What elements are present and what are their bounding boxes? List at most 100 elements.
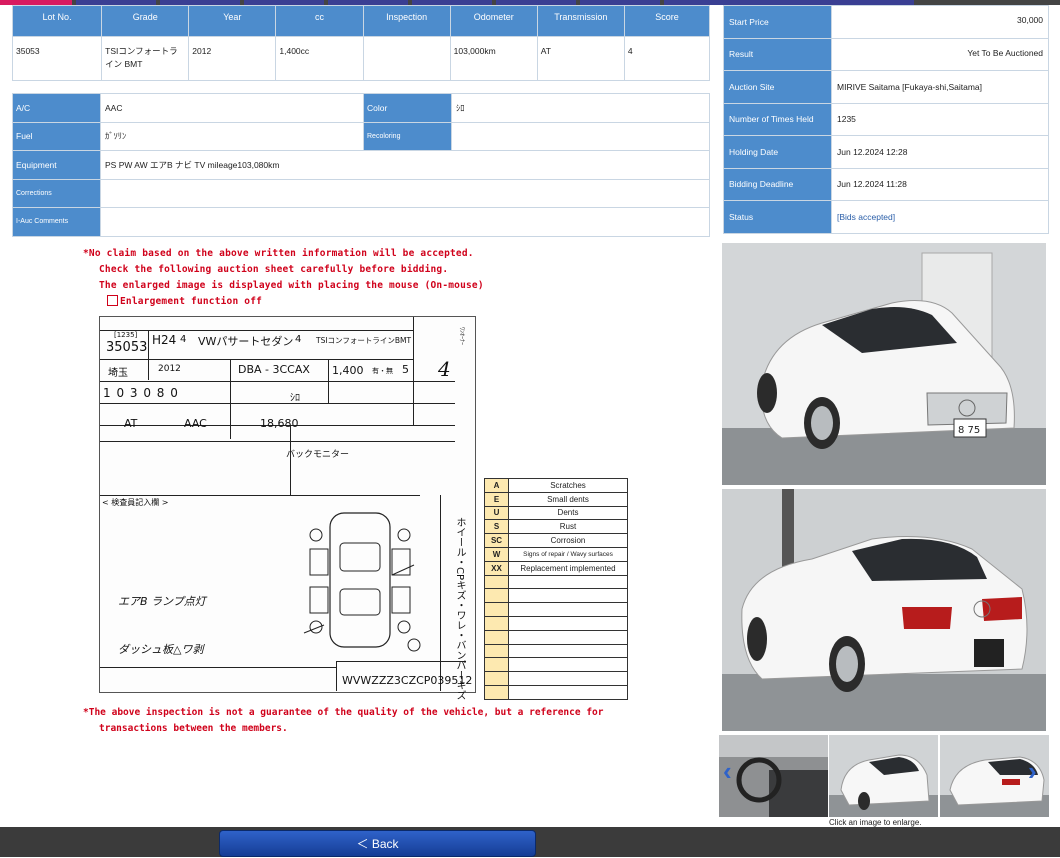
spec-table: A/C AAC Color ｼﾛ Fuel ｶﾞｿﾘﾝ Recoloring E… [12, 93, 710, 237]
label-fuel: Fuel [12, 121, 101, 151]
legend-empty [484, 629, 509, 645]
car-diagram [303, 512, 421, 652]
header-grade: Grade [101, 5, 190, 37]
value-result: Yet To Be Auctioned [831, 37, 1049, 71]
label-times-held: Number of Times Held [723, 102, 832, 136]
sheet-doors: 4 [295, 334, 302, 345]
label-recoloring: Recoloring [363, 121, 452, 151]
legend-key: S [484, 519, 509, 535]
legend-empty [484, 588, 509, 604]
car-photo-front[interactable]: 8 75 [722, 243, 1046, 485]
label-corrections: Corrections [12, 178, 101, 208]
legend-desc: Replacement implemented [508, 560, 628, 576]
cell-lot-no: 35053 [11, 36, 103, 81]
header-odometer: Odometer [449, 5, 538, 37]
header-inspection: Inspection [362, 5, 451, 37]
legend-empty [484, 684, 509, 700]
thumbnail-caption: Click an image to enlarge. [829, 818, 922, 827]
value-fuel: ｶﾞｿﾘﾝ [100, 121, 364, 151]
disclaimer-notes: *No claim based on the above written inf… [83, 246, 484, 310]
sheet-score: 4 [438, 357, 451, 381]
legend-empty [484, 643, 509, 659]
thumbnail-prev-arrow[interactable]: ‹ [723, 756, 732, 787]
sheet-recycle-fee: 18,680 [260, 417, 299, 430]
header-year: Year [188, 5, 277, 37]
cell-year: 2012 [188, 36, 277, 81]
cell-odometer: 103,000km [449, 36, 538, 81]
label-color: Color [363, 93, 452, 123]
enlargement-toggle[interactable]: Enlargement function off [83, 294, 484, 310]
value-ac: AAC [100, 93, 364, 123]
legend-empty [484, 602, 509, 617]
thumbnail-interior[interactable] [719, 735, 828, 817]
value-corrections [100, 178, 710, 208]
cell-cc: 1,400cc [275, 36, 364, 81]
label-auction-site: Auction Site [723, 70, 832, 104]
sheet-grade: TSIコンフォートラインBMT [316, 336, 412, 345]
enlargement-label: Enlargement function off [120, 296, 263, 307]
sheet-model: VWパサートセダン [198, 335, 294, 348]
sheet-cc: 1,400 [332, 364, 364, 377]
legend-key: U [484, 505, 509, 521]
auction-info-table: Start Price 30,000 Result Yet To Be Auctio… [723, 5, 1049, 234]
legend-empty [484, 615, 509, 631]
sheet-year: 2012 [158, 364, 181, 374]
legend-desc: Corrosion [508, 533, 628, 548]
sheet-note-2: ダッシュ板△ワ剥 [118, 643, 204, 656]
lot-summary-table: Lot No. Grade Year cc Inspection Odomete… [11, 5, 711, 81]
label-holding-date: Holding Date [723, 135, 832, 169]
value-times-held: 1235 [831, 102, 1049, 136]
sheet-seats: 5 [402, 363, 409, 376]
legend-empty [484, 574, 509, 590]
legend-desc: Small dents [508, 491, 628, 507]
cell-grade: TSIコンフォートライン BMT [101, 36, 190, 81]
label-start-price: Start Price [723, 5, 832, 39]
back-button[interactable]: ＜ Back [219, 830, 536, 857]
header-score: Score [623, 5, 711, 37]
label-bidding-deadline: Bidding Deadline [723, 167, 832, 201]
legend-empty [484, 671, 509, 686]
cell-inspection [362, 36, 451, 81]
sheet-lot-number: 35053 [106, 340, 148, 355]
sheet-year-digit: 4 [180, 334, 187, 345]
value-bidding-deadline: Jun 12.2024 11:28 [831, 167, 1049, 201]
value-status: [Bids accepted] [831, 200, 1049, 234]
sheet-prefecture: 埼玉 [108, 368, 128, 379]
cell-transmission: AT [536, 36, 625, 81]
label-ac: A/C [12, 93, 101, 123]
note-line-3: The enlarged image is displayed with pla… [99, 280, 484, 291]
sheet-note-1: エアB ランプ点灯 [118, 595, 206, 608]
header-cc: cc [275, 5, 364, 37]
note-line-1: *No claim based on the above written inf… [83, 248, 474, 259]
sheet-notes-header: < 検査員記入欄 > [102, 498, 169, 507]
value-color: ｼﾛ [451, 93, 710, 123]
table-row: 35053 TSIコンフォートライン BMT 2012 1,400cc 103,… [11, 36, 711, 81]
sheet-sales-point: バックモニター [286, 450, 350, 460]
legend-desc: Dents [508, 505, 628, 521]
value-equipment: PS PW AW エアB ナビ TV mileage103,080km [100, 150, 710, 180]
thumbnail-next-arrow[interactable]: › [1028, 756, 1037, 787]
value-recoloring [451, 121, 710, 151]
value-holding-date: Jun 12.2024 12:28 [831, 135, 1049, 169]
legend-key: E [484, 491, 509, 507]
car-photo-rear[interactable] [722, 489, 1046, 731]
sheet-era-year: H24 [152, 333, 177, 347]
footer-note-1: *The above inspection is not a guarantee… [83, 707, 604, 718]
sheet-color: ｼﾛ [290, 393, 300, 404]
plate-text: 8 75 [958, 425, 980, 436]
legend-desc: Signs of repair / Wavy surfaces [508, 546, 628, 562]
legend-desc: Scratches [508, 478, 628, 493]
value-auction-site: MIRIVE Saitama [Fukaya-shi,Saitama] [831, 70, 1049, 104]
label-status: Status [723, 200, 832, 234]
thumbnail-front[interactable] [829, 735, 938, 817]
legend-key: XX [484, 560, 509, 576]
note-line-2: Check the following auction sheet carefu… [99, 264, 449, 275]
header-lot-no: Lot No. [11, 5, 103, 37]
sheet-odometer: 1 0 3 0 8 0 [103, 386, 179, 400]
enlargement-checkbox[interactable] [107, 295, 118, 306]
label-result: Result [723, 37, 832, 71]
auction-sheet-image[interactable]: [1235] 35053 H24 4 VWパサートセダン 4 TSIコンフォート… [99, 316, 476, 700]
label-equipment: Equipment [12, 150, 101, 180]
legend-desc: Rust [508, 519, 628, 535]
cell-score: 4 [623, 36, 711, 81]
